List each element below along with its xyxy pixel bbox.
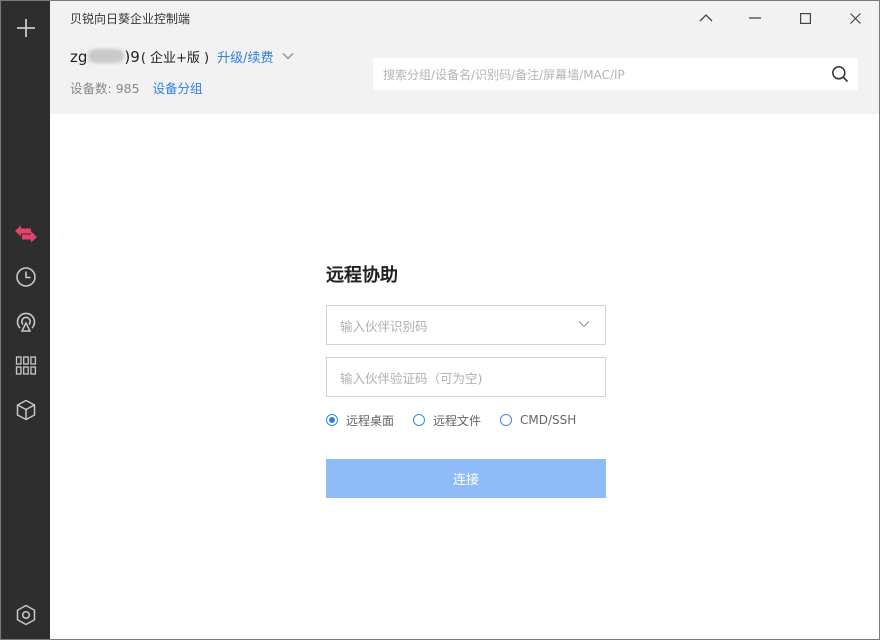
settings-hexagon-icon[interactable] [13,602,38,627]
account-info: zg )9 ( 企业+版 ) 升级/续费 [70,47,294,69]
cube-icon[interactable] [13,397,38,422]
partner-id-field [326,305,606,346]
clock-icon[interactable] [13,264,38,289]
mode-label: 远程桌面 [346,413,395,428]
square-icon [799,12,811,24]
search-icon[interactable] [831,65,849,83]
account-name-redacted [88,49,125,63]
search-bar [373,58,858,92]
upgrade-link[interactable]: 升级/续费 [217,47,273,66]
minimize-button[interactable] [686,5,726,31]
broadcast-icon[interactable] [13,309,38,334]
radio-unselected-icon [500,414,513,426]
account-name-prefix: zg [70,48,88,66]
verify-code-input[interactable] [338,358,572,398]
remote-assist-title: 远程协助 [326,265,398,286]
radio-selected-icon [326,414,338,426]
connect-button[interactable]: 连接 [326,459,606,498]
close-icon [849,12,861,24]
apps-grid-icon[interactable] [13,353,38,378]
mode-label: CMD/SSH [520,413,577,427]
radio-unselected-icon [413,414,426,426]
connection-mode-group: 远程桌面 远程文件 CMD/SSH [326,411,595,429]
add-icon[interactable] [13,15,38,40]
remote-control-icon[interactable] [13,221,38,246]
device-group-link[interactable]: 设备分组 [153,81,203,96]
device-count-label: 设备数: [70,81,112,96]
chevron-down-icon[interactable] [282,52,294,60]
mode-remote-file-radio[interactable]: 远程文件 [413,412,481,429]
app-window: 贝锐向日葵企业控制端 zg )9 ( 企业+版 ) 升级/续费 设备数: 985… [0,0,880,640]
account-name-suffix: )9 [124,48,140,66]
window-title: 贝锐向日葵企业控制端 [70,12,191,26]
minimize-window-button[interactable] [735,5,775,31]
close-button[interactable] [835,5,875,31]
maximize-button[interactable] [785,5,825,31]
verify-code-field [326,357,606,398]
search-input[interactable] [381,58,825,92]
mode-label: 远程文件 [433,413,482,428]
device-count: 985 [115,81,140,96]
edition-badge: ( 企业+版 ) [140,51,210,66]
mode-cmd-ssh-radio[interactable]: CMD/SSH [500,413,576,427]
chevron-down-icon[interactable] [578,320,590,328]
device-count-line: 设备数: 985 设备分组 [70,78,203,97]
minus-icon [749,17,761,19]
sidebar [1,1,50,639]
mode-remote-desktop-radio[interactable]: 远程桌面 [326,412,394,429]
chevron-up-icon [699,14,713,22]
partner-id-input[interactable] [338,306,572,346]
header-area: 贝锐向日葵企业控制端 zg )9 ( 企业+版 ) 升级/续费 设备数: 985… [50,1,879,114]
